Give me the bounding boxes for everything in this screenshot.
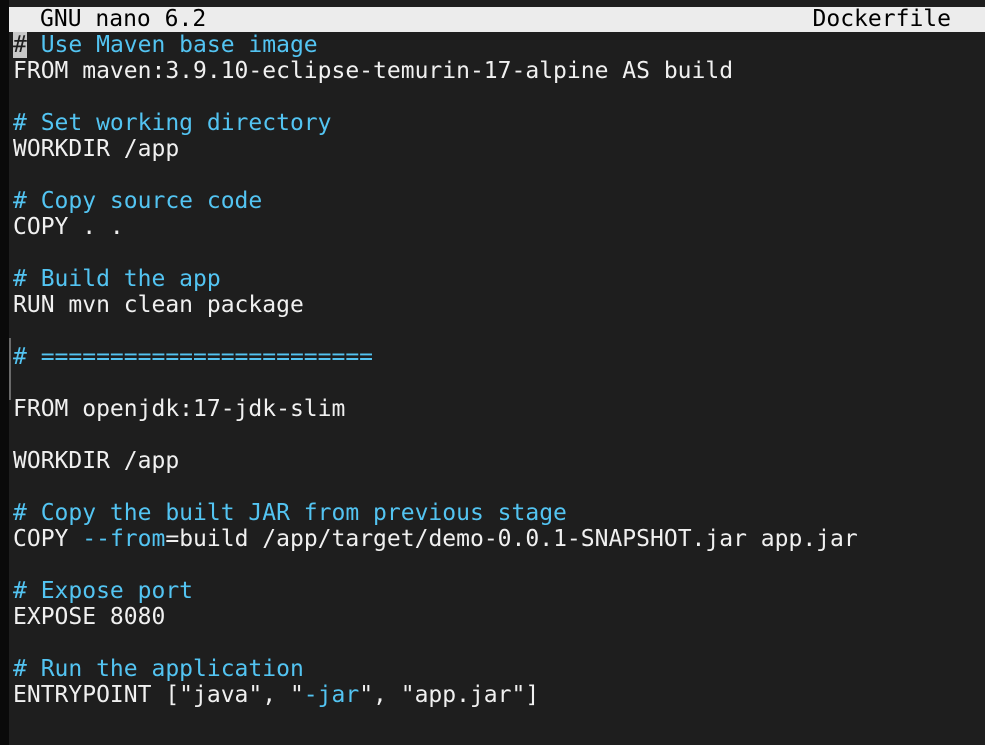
comment-line[interactable]: # Use Maven base image xyxy=(13,32,973,58)
scroll-marker xyxy=(9,338,11,400)
editor-version-label: GNU nano 6.2 xyxy=(40,6,207,32)
code-text: ENTRYPOINT ["java", " xyxy=(13,682,304,708)
comment-line[interactable]: # Run the application xyxy=(13,656,973,682)
code-text: COPY . . xyxy=(13,214,124,240)
blank-line[interactable] xyxy=(13,84,973,110)
flag-text: --from xyxy=(82,526,166,552)
comment-text: # Build the app xyxy=(13,266,221,292)
code-text: COPY xyxy=(13,526,83,552)
comment-line[interactable]: # Copy source code xyxy=(13,188,973,214)
blank-line[interactable] xyxy=(13,318,973,344)
code-text: =build /app/target/demo-0.0.1-SNAPSHOT.j… xyxy=(165,526,858,552)
blank-line[interactable] xyxy=(13,422,973,448)
blank-line[interactable] xyxy=(13,630,973,656)
comment-text: # ======================== xyxy=(13,344,374,370)
code-line[interactable]: COPY . . xyxy=(13,214,973,240)
comment-line[interactable]: # Set working directory xyxy=(13,110,973,136)
code-text: WORKDIR /app xyxy=(13,136,180,162)
comment-line[interactable]: # Expose port xyxy=(13,578,973,604)
comment-text: # Run the application xyxy=(13,656,304,682)
code-text: RUN mvn clean package xyxy=(13,292,304,318)
terminal-window[interactable]: GNU nano 6.2 Dockerfile # Use Maven base… xyxy=(0,0,985,745)
code-line[interactable]: EXPOSE 8080 xyxy=(13,604,973,630)
comment-line[interactable]: # Build the app xyxy=(13,266,973,292)
code-line[interactable]: WORKDIR /app xyxy=(13,448,973,474)
flag-text: -jar xyxy=(303,682,360,708)
code-text: WORKDIR /app xyxy=(13,448,180,474)
window-left-edge xyxy=(0,0,9,745)
comment-text: # Copy source code xyxy=(13,188,263,214)
code-line[interactable]: COPY --from=build /app/target/demo-0.0.1… xyxy=(13,526,973,552)
file-name-label: Dockerfile xyxy=(812,6,951,32)
blank-line[interactable] xyxy=(13,240,973,266)
code-line[interactable]: FROM openjdk:17-jdk-slim xyxy=(13,396,973,422)
code-text: ", "app.jar"] xyxy=(359,682,540,708)
blank-line[interactable] xyxy=(13,552,973,578)
nano-title-bar: GNU nano 6.2 Dockerfile xyxy=(9,7,985,32)
comment-text: # Copy the built JAR from previous stage xyxy=(13,500,567,526)
blank-line[interactable] xyxy=(13,370,973,396)
comment-text: Use Maven base image xyxy=(26,32,318,58)
code-text: EXPOSE 8080 xyxy=(13,604,166,630)
code-line[interactable]: RUN mvn clean package xyxy=(13,292,973,318)
code-line[interactable]: WORKDIR /app xyxy=(13,136,973,162)
code-text: FROM openjdk:17-jdk-slim xyxy=(13,396,346,422)
blank-line[interactable] xyxy=(13,162,973,188)
code-text: FROM maven:3.9.10-eclipse-temurin-17-alp… xyxy=(13,58,734,84)
editor-buffer[interactable]: # Use Maven base image FROM maven:3.9.10-… xyxy=(13,32,973,708)
comment-line[interactable]: # ======================== xyxy=(13,344,973,370)
code-line[interactable]: FROM maven:3.9.10-eclipse-temurin-17-alp… xyxy=(13,58,973,84)
comment-text: # Expose port xyxy=(13,578,194,604)
blank-line[interactable] xyxy=(13,474,973,500)
comment-text: # Set working directory xyxy=(13,110,332,136)
comment-line[interactable]: # Copy the built JAR from previous stage xyxy=(13,500,973,526)
code-line[interactable]: ENTRYPOINT ["java", "-jar", "app.jar"] xyxy=(13,682,973,708)
text-cursor: # xyxy=(13,32,27,58)
